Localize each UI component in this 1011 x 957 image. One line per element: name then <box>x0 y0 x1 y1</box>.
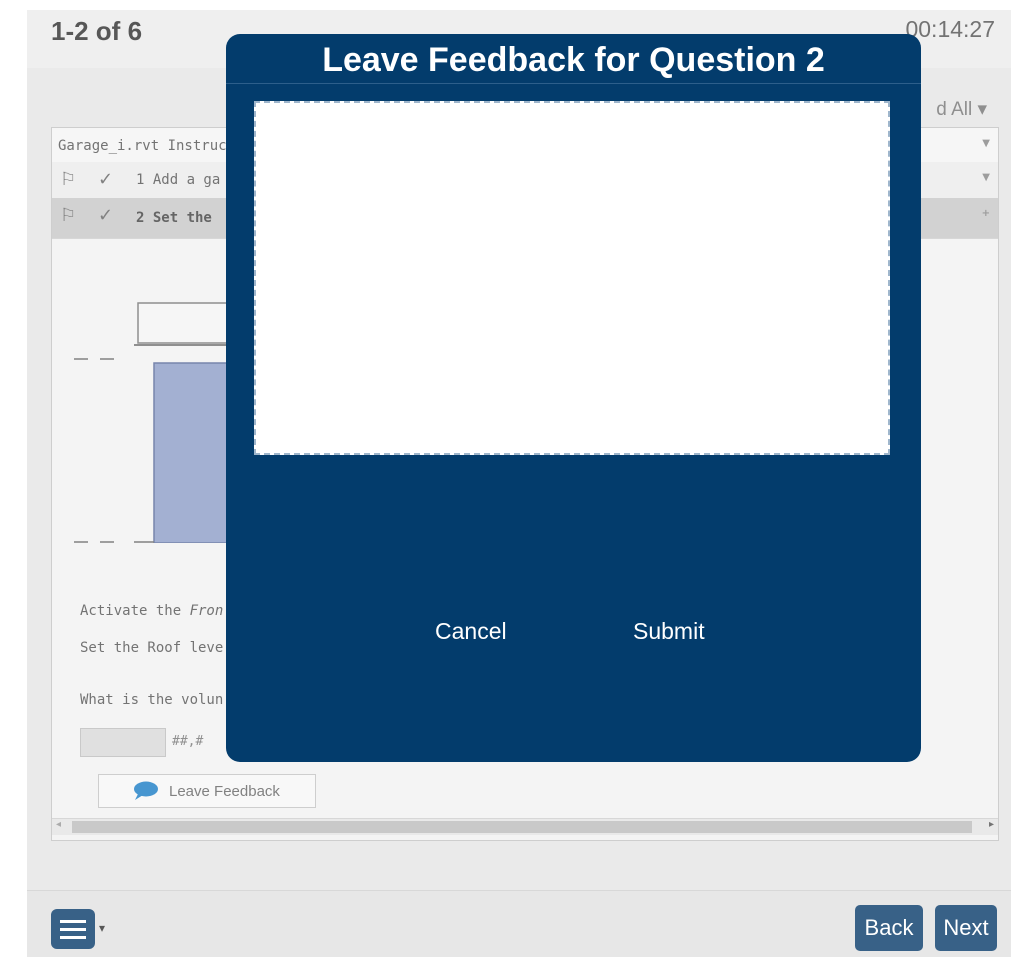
dialog-title: Leave Feedback for Question 2 <box>322 41 825 79</box>
feedback-dialog: Leave Feedback for Question 2 Cancel Sub… <box>226 34 921 762</box>
divider <box>226 83 921 84</box>
cancel-button[interactable]: Cancel <box>435 618 507 645</box>
feedback-textarea[interactable] <box>254 101 890 455</box>
submit-button[interactable]: Submit <box>633 618 705 645</box>
